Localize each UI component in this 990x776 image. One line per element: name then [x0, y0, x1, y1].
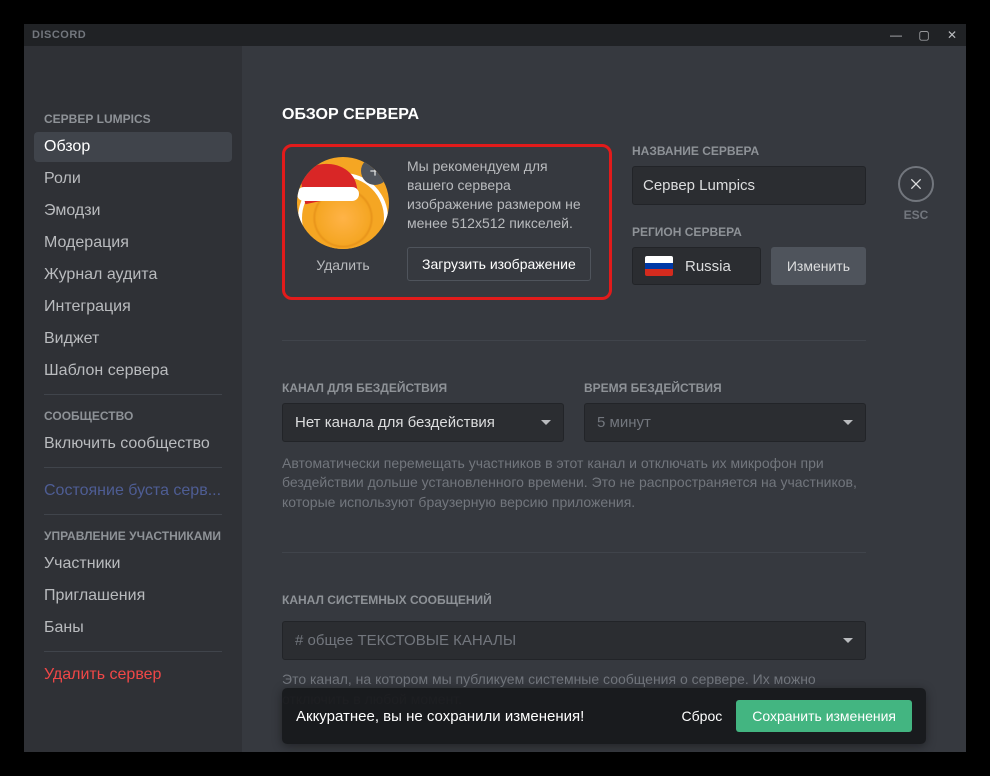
page-title: ОБЗОР СЕРВЕРА: [282, 106, 866, 124]
sidebar-item-moderation[interactable]: Модерация: [34, 228, 232, 258]
sidebar-item-integration[interactable]: Интеграция: [34, 292, 232, 322]
server-name-input[interactable]: [632, 166, 866, 205]
server-avatar[interactable]: [297, 157, 389, 249]
sidebar-divider: [44, 394, 222, 395]
sidebar-item-delete-server[interactable]: Удалить сервер: [34, 660, 232, 690]
content-area: ESC ОБЗОР СЕРВЕРА: [242, 46, 966, 752]
chevron-down-icon: [541, 420, 551, 425]
sidebar-header-community: СООБЩЕСТВО: [34, 403, 232, 429]
chevron-down-icon: [843, 420, 853, 425]
sidebar-divider: [44, 651, 222, 652]
upload-image-button[interactable]: Загрузить изображение: [407, 247, 591, 281]
sidebar-item-bans[interactable]: Баны: [34, 613, 232, 643]
sidebar-item-template[interactable]: Шаблон сервера: [34, 356, 232, 386]
x-icon: [908, 176, 924, 192]
afk-help-text: Автоматически перемещать участников в эт…: [282, 454, 866, 513]
afk-channel-label: КАНАЛ ДЛЯ БЕЗДЕЙСТВИЯ: [282, 381, 564, 395]
close-label: ESC: [904, 208, 929, 222]
reset-button[interactable]: Сброс: [682, 708, 723, 724]
region-display: Russia: [632, 247, 761, 285]
region-value: Russia: [685, 258, 731, 275]
sidebar-item-boost[interactable]: Состояние буста серв...: [34, 476, 232, 506]
close-settings: ESC: [898, 166, 934, 222]
server-image-section: Удалить Мы рекомендуем для вашего сервер…: [282, 144, 612, 300]
sidebar-header-members: УПРАВЛЕНИЕ УЧАСТНИКАМИ: [34, 523, 232, 549]
delete-avatar-link[interactable]: Удалить: [316, 257, 369, 273]
sidebar-item-members[interactable]: Участники: [34, 549, 232, 579]
close-icon[interactable]: ✕: [946, 28, 958, 42]
region-label: РЕГИОН СЕРВЕРА: [632, 225, 866, 239]
titlebar: DISCORD — ▢ ✕: [24, 24, 966, 46]
app-title: DISCORD: [32, 29, 86, 41]
sidebar-item-emoji[interactable]: Эмодзи: [34, 196, 232, 226]
sidebar-divider: [44, 514, 222, 515]
window-controls: — ▢ ✕: [890, 28, 958, 42]
afk-timeout-select[interactable]: 5 минут: [584, 403, 866, 442]
afk-channel-value: Нет канала для бездействия: [295, 414, 495, 431]
section-divider: [282, 340, 866, 341]
sidebar-item-enable-community[interactable]: Включить сообщество: [34, 429, 232, 459]
toast-message: Аккуратнее, вы не сохранили изменения!: [296, 708, 584, 725]
recommend-text: Мы рекомендуем для вашего сервера изобра…: [407, 157, 597, 233]
sidebar-item-widget[interactable]: Виджет: [34, 324, 232, 354]
sidebar-item-roles[interactable]: Роли: [34, 164, 232, 194]
maximize-icon[interactable]: ▢: [918, 28, 930, 42]
change-region-button[interactable]: Изменить: [771, 247, 866, 285]
server-name-label: НАЗВАНИЕ СЕРВЕРА: [632, 144, 866, 158]
russia-flag-icon: [645, 256, 673, 276]
sidebar-header-server: СЕРВЕР LUMPICS: [34, 106, 232, 132]
sidebar-item-invites[interactable]: Приглашения: [34, 581, 232, 611]
unsaved-toast: Аккуратнее, вы не сохранили изменения! С…: [282, 688, 926, 744]
sidebar-divider: [44, 467, 222, 468]
sys-channel-value: # общее ТЕКСТОВЫЕ КАНАЛЫ: [295, 632, 516, 649]
upload-badge-icon[interactable]: [361, 157, 389, 185]
santa-hat-icon: [297, 157, 365, 203]
save-changes-button[interactable]: Сохранить изменения: [736, 700, 912, 732]
afk-channel-select[interactable]: Нет канала для бездействия: [282, 403, 564, 442]
sys-channel-label: КАНАЛ СИСТЕМНЫХ СООБЩЕНИЙ: [282, 593, 866, 607]
afk-timeout-value: 5 минут: [597, 414, 651, 431]
minimize-icon[interactable]: —: [890, 28, 902, 42]
section-divider: [282, 552, 866, 553]
sys-channel-select[interactable]: # общее ТЕКСТОВЫЕ КАНАЛЫ: [282, 621, 866, 660]
chevron-down-icon: [843, 638, 853, 643]
sidebar: СЕРВЕР LUMPICS Обзор Роли Эмодзи Модерац…: [24, 46, 242, 752]
app-window: DISCORD — ▢ ✕ СЕРВЕР LUMPICS Обзор Роли …: [24, 24, 966, 752]
close-button[interactable]: [898, 166, 934, 202]
sidebar-item-audit[interactable]: Журнал аудита: [34, 260, 232, 290]
sidebar-item-overview[interactable]: Обзор: [34, 132, 232, 162]
afk-timeout-label: ВРЕМЯ БЕЗДЕЙСТВИЯ: [584, 381, 866, 395]
